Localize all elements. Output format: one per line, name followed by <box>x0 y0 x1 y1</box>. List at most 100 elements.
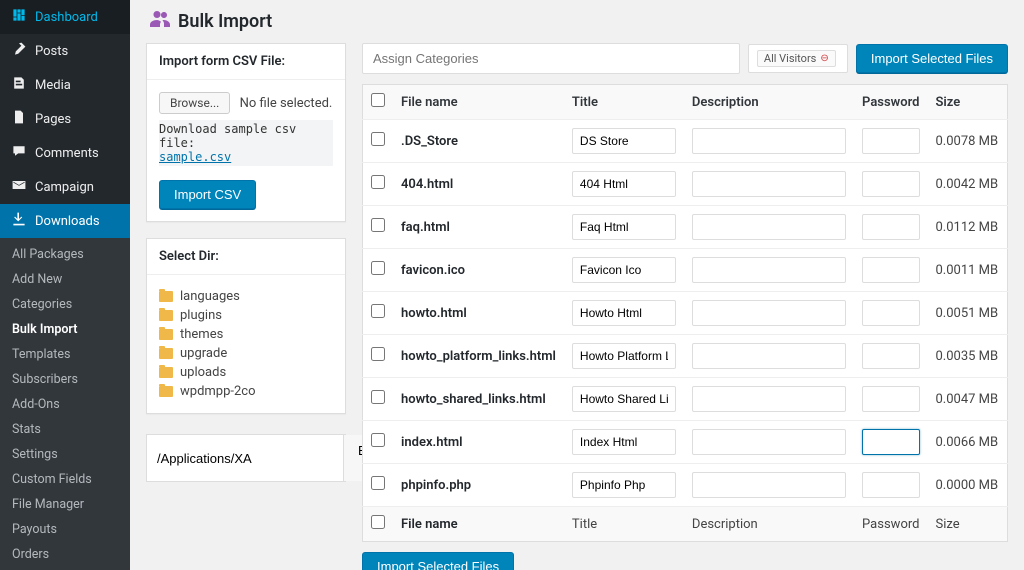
sidebar-sub-subscribers[interactable]: Subscribers <box>0 367 130 392</box>
table-row: howto.html0.0051 MB <box>363 292 1008 335</box>
description-input[interactable] <box>692 128 846 154</box>
title-input[interactable] <box>572 343 676 369</box>
sidebar-sub-payouts[interactable]: Payouts <box>0 517 130 542</box>
row-checkbox[interactable] <box>371 433 385 447</box>
sidebar-sub-templates[interactable]: Templates <box>0 342 130 367</box>
password-input[interactable] <box>862 171 919 197</box>
sidebar-item-posts[interactable]: Posts <box>0 34 130 68</box>
description-input[interactable] <box>692 171 846 197</box>
import-csv-button[interactable]: Import CSV <box>159 180 256 209</box>
password-input[interactable] <box>862 472 919 498</box>
import-selected-bottom-button[interactable]: Import Selected Files <box>362 552 514 570</box>
password-input[interactable] <box>862 429 919 455</box>
title-input[interactable] <box>572 429 676 455</box>
users-icon <box>150 10 170 33</box>
select-all-footer-checkbox[interactable] <box>371 515 385 529</box>
download-sample-text: Download sample csv file: sample.csv <box>159 120 333 166</box>
sidebar-item-downloads[interactable]: Downloads <box>0 204 130 238</box>
file-name-cell: 404.html <box>393 163 564 206</box>
row-checkbox[interactable] <box>371 261 385 275</box>
sidebar-item-dashboard[interactable]: Dashboard <box>0 0 130 34</box>
pin-icon <box>10 41 28 61</box>
csv-box-title: Import form CSV File: <box>147 44 345 80</box>
assign-categories-input[interactable] <box>362 43 740 74</box>
comment-icon <box>10 143 28 163</box>
dir-item-wpdmpp-2co[interactable]: wpdmpp-2co <box>159 382 333 401</box>
description-input[interactable] <box>692 343 846 369</box>
row-checkbox[interactable] <box>371 132 385 146</box>
select-all-checkbox[interactable] <box>371 93 385 107</box>
th-size: Size <box>928 85 1008 120</box>
row-checkbox[interactable] <box>371 476 385 490</box>
dir-item-uploads[interactable]: uploads <box>159 363 333 382</box>
size-cell: 0.0047 MB <box>928 378 1008 421</box>
password-input[interactable] <box>862 343 919 369</box>
title-input[interactable] <box>572 257 676 283</box>
row-checkbox[interactable] <box>371 390 385 404</box>
title-input[interactable] <box>572 214 676 240</box>
sidebar-sub-all-packages[interactable]: All Packages <box>0 242 130 267</box>
password-input[interactable] <box>862 128 919 154</box>
import-selected-top-button[interactable]: Import Selected Files <box>856 44 1008 73</box>
file-name-cell: howto_platform_links.html <box>393 335 564 378</box>
title-input[interactable] <box>572 472 676 498</box>
sidebar-item-label: Posts <box>35 44 68 59</box>
admin-sidebar: Dashboard Posts MediaPagesComments Campaign… <box>0 0 130 570</box>
dir-item-plugins[interactable]: plugins <box>159 306 333 325</box>
sample-csv-link[interactable]: sample.csv <box>159 150 231 164</box>
row-checkbox[interactable] <box>371 175 385 189</box>
sidebar-sub-bulk-import[interactable]: Bulk Import <box>0 317 130 342</box>
browse-file-button[interactable]: Browse... <box>159 92 230 114</box>
table-row: 404.html0.0042 MB <box>363 163 1008 206</box>
main-content: Bulk Import Import form CSV File: Browse… <box>130 0 1024 570</box>
sidebar-item-campaign[interactable]: Campaign <box>0 170 130 204</box>
sidebar-item-pages[interactable]: Pages <box>0 102 130 136</box>
sidebar-item-label: Campaign <box>35 180 94 195</box>
table-row: faq.html0.0112 MB <box>363 206 1008 249</box>
path-input[interactable] <box>147 435 343 481</box>
title-input[interactable] <box>572 128 676 154</box>
password-input[interactable] <box>862 257 919 283</box>
sidebar-sub-orders[interactable]: Orders <box>0 542 130 567</box>
title-input[interactable] <box>572 386 676 412</box>
sidebar-item-media[interactable]: Media <box>0 68 130 102</box>
sidebar-sub-settings[interactable]: Settings <box>0 442 130 467</box>
description-input[interactable] <box>692 214 846 240</box>
remove-tag-icon[interactable]: ⊖ <box>820 53 828 64</box>
description-input[interactable] <box>692 257 846 283</box>
file-table: File name Title Description Password Siz… <box>362 84 1008 542</box>
sidebar-sub-add-new[interactable]: Add New <box>0 267 130 292</box>
description-input[interactable] <box>692 429 846 455</box>
row-checkbox[interactable] <box>371 218 385 232</box>
table-row: index.html0.0066 MB <box>363 421 1008 464</box>
password-input[interactable] <box>862 214 919 240</box>
description-input[interactable] <box>692 300 846 326</box>
dir-item-languages[interactable]: languages <box>159 287 333 306</box>
dir-label: themes <box>180 327 223 342</box>
sidebar-item-comments[interactable]: Comments <box>0 136 130 170</box>
sidebar-sub-stats[interactable]: Stats <box>0 417 130 442</box>
password-input[interactable] <box>862 386 919 412</box>
th-title: Title <box>564 85 684 120</box>
row-checkbox[interactable] <box>371 304 385 318</box>
csv-import-box: Import form CSV File: Browse... No file … <box>146 43 346 222</box>
sidebar-item-label: Dashboard <box>35 10 98 25</box>
dir-item-themes[interactable]: themes <box>159 325 333 344</box>
sidebar-sub-custom-fields[interactable]: Custom Fields <box>0 467 130 492</box>
th-desc: Description <box>684 85 854 120</box>
description-input[interactable] <box>692 386 846 412</box>
page-header: Bulk Import <box>130 0 1024 43</box>
description-input[interactable] <box>692 472 846 498</box>
sidebar-sub-file-manager[interactable]: File Manager <box>0 492 130 517</box>
row-checkbox[interactable] <box>371 347 385 361</box>
title-input[interactable] <box>572 300 676 326</box>
password-input[interactable] <box>862 300 919 326</box>
size-cell: 0.0112 MB <box>928 206 1008 249</box>
dir-item-upgrade[interactable]: upgrade <box>159 344 333 363</box>
title-input[interactable] <box>572 171 676 197</box>
table-row: .DS_Store0.0078 MB <box>363 120 1008 163</box>
sidebar-sub-categories[interactable]: Categories <box>0 292 130 317</box>
mail-icon <box>10 177 28 197</box>
visitors-tag-box[interactable]: All Visitors ⊖ <box>748 44 848 73</box>
sidebar-sub-add-ons[interactable]: Add-Ons <box>0 392 130 417</box>
